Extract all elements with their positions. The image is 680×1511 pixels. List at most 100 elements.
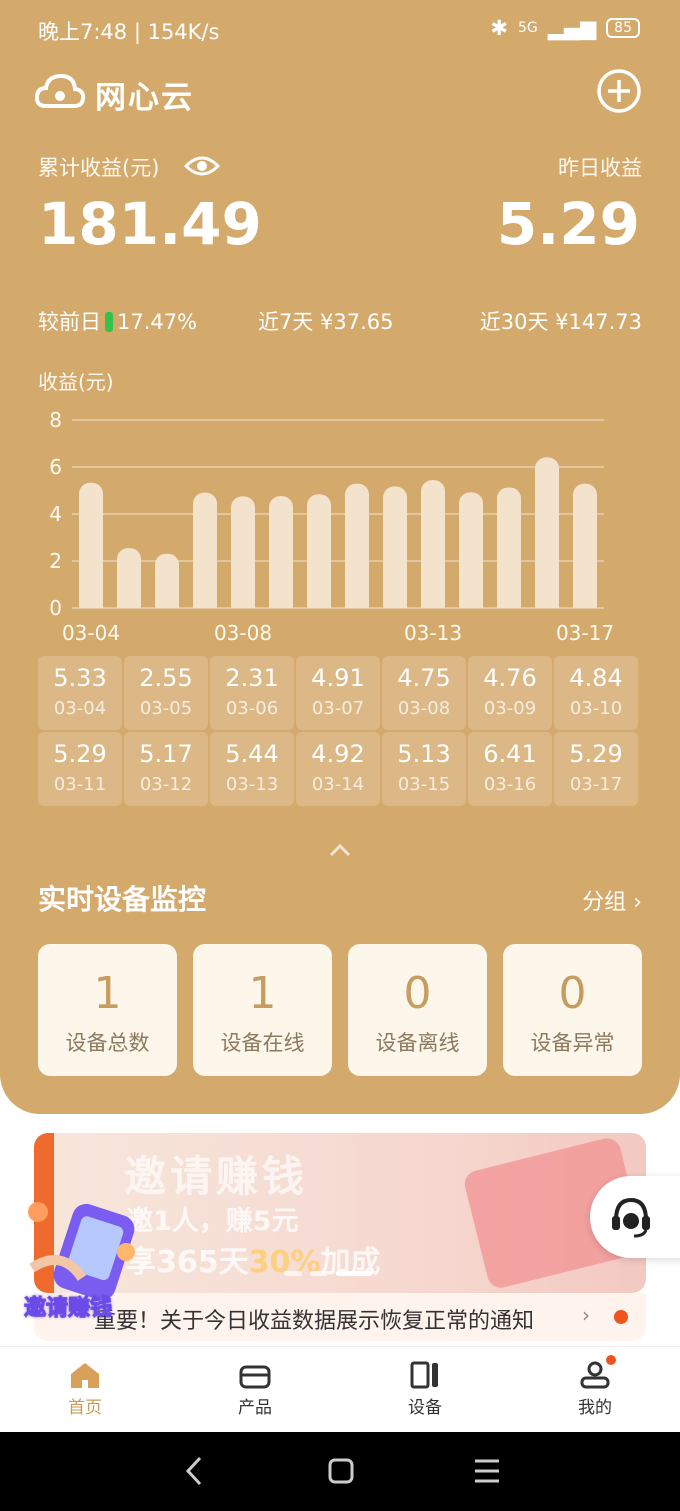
box-icon [239,1365,271,1389]
daily-value: 4.92 [311,740,365,768]
battery-icon: 85 [606,18,640,38]
daily-date: 03-14 [311,774,365,795]
card-label: 设备总数 [65,1031,150,1055]
compare-value: 17.47% [117,310,198,334]
add-icon[interactable] [596,68,642,114]
daily-value: 5.44 [225,740,279,768]
yesterday-earnings-label: 昨日收益 [558,156,642,180]
user-icon [580,1361,610,1389]
tab-label: 我的 [578,1398,612,1418]
card-count: 0 [403,968,432,1019]
notice-dot [614,1310,628,1324]
status-icons: ✱ 5G ▂▄▆ 85 [490,16,640,40]
x-tick-label: 03-13 [404,621,462,645]
daily-value: 5.13 [397,740,451,768]
daily-date: 03-15 [397,774,451,795]
bar[interactable] [79,482,103,608]
daily-cell: 5.44 03-13 [210,732,294,806]
daily-cell: 6.41 03-16 [468,732,552,806]
daily-date: 03-08 [397,698,451,719]
chevron-up-icon[interactable] [328,842,352,858]
bar[interactable] [383,486,407,608]
bar[interactable] [535,457,559,608]
eye-icon[interactable] [184,152,220,180]
pager-dot [284,1271,302,1276]
daily-date: 03-04 [53,698,107,719]
back-icon[interactable] [180,1454,210,1488]
daily-cell: 4.92 03-14 [296,732,380,806]
card-device-online[interactable]: 1 设备在线 [193,944,332,1076]
headset-icon [612,1197,650,1238]
chart-ylabel: 收益(元) [38,370,114,394]
bar-base [573,596,597,608]
bar[interactable] [573,483,597,608]
signal-icon: ▂▄▆ [547,16,597,40]
daily-date: 03-17 [569,774,623,795]
tab-devices[interactable]: 设备 [340,1347,510,1432]
bar-base [345,596,369,608]
tab-mine[interactable]: 我的 [510,1347,680,1432]
bar-base [307,596,331,608]
tab-products[interactable]: 产品 [170,1347,340,1432]
card-label: 设备离线 [375,1031,460,1055]
card-device-offline[interactable]: 0 设备离线 [348,944,487,1076]
device-cards: 1 设备总数 1 设备在线 0 设备离线 0 设备异常 [38,944,642,1076]
customer-support-button[interactable] [590,1176,680,1258]
daily-date: 03-10 [569,698,623,719]
menu-icon[interactable] [472,1454,502,1488]
bar[interactable] [459,492,483,608]
home-nav-icon[interactable] [326,1454,356,1488]
group-link[interactable]: 分组 › [582,884,642,916]
card-device-abnormal[interactable]: 0 设备异常 [503,944,642,1076]
app-bar: 网心云 [0,62,680,122]
earnings-bar-chart: 0 2 4 6 8 03-04 03-08 03-13 03-17 [49,408,614,645]
bar[interactable] [497,487,521,608]
bar-base [269,596,293,608]
daily-value: 2.31 [225,664,279,692]
daily-cell: 5.13 03-15 [382,732,466,806]
bar[interactable] [269,496,293,608]
tab-home[interactable]: 首页 [0,1347,170,1432]
bar-base [535,596,559,608]
bar[interactable] [231,496,255,608]
cloud-logo-icon [34,73,86,108]
y-tick-label: 4 [49,502,62,526]
bar[interactable] [193,492,217,608]
daily-date: 03-12 [139,774,193,795]
compare-stat: 较前日 17.47% [38,306,197,336]
bar-base [497,596,521,608]
bar-base [79,596,103,608]
system-nav-bar [0,1432,680,1511]
app-title: 网心云 [95,80,194,116]
daily-date: 03-11 [53,774,107,795]
monitor-title: 实时设备监控 [38,883,207,916]
banner-pager [284,1271,372,1276]
daily-value: 5.29 [569,740,623,768]
card-label: 设备异常 [530,1031,615,1055]
bar-base [155,596,179,608]
bar-base [231,596,255,608]
down-arrow-icon [105,312,113,332]
screen: 晚上7:48 | 154K/s ✱ 5G ▂▄▆ 85 网心云 累计收益(元) … [0,0,680,1511]
bluetooth-icon: ✱ [490,16,508,40]
home-icon [71,1363,99,1388]
tab-label: 产品 [238,1398,272,1418]
daily-date: 03-07 [311,698,365,719]
bar[interactable] [345,483,369,608]
card-device-total[interactable]: 1 设备总数 [38,944,177,1076]
daily-date: 03-16 [483,774,537,795]
total-earnings-value: 181.49 [38,190,262,258]
bar[interactable] [307,494,331,608]
bar-base [459,596,483,608]
daily-value: 4.84 [569,664,623,692]
total-earnings-label: 累计收益(元) [38,156,160,180]
bar-base [421,596,445,608]
card-count: 1 [93,968,122,1019]
daily-value: 5.33 [53,664,107,692]
x-tick-label: 03-08 [214,621,272,645]
pager-dot [310,1271,328,1276]
daily-value: 2.55 [139,664,193,692]
banner-line2-prefix: 享365天 [126,1245,249,1280]
stats-row: 较前日 17.47% 近7天 ¥37.65 近30天 ¥147.73 [38,306,642,336]
bar[interactable] [421,480,445,608]
